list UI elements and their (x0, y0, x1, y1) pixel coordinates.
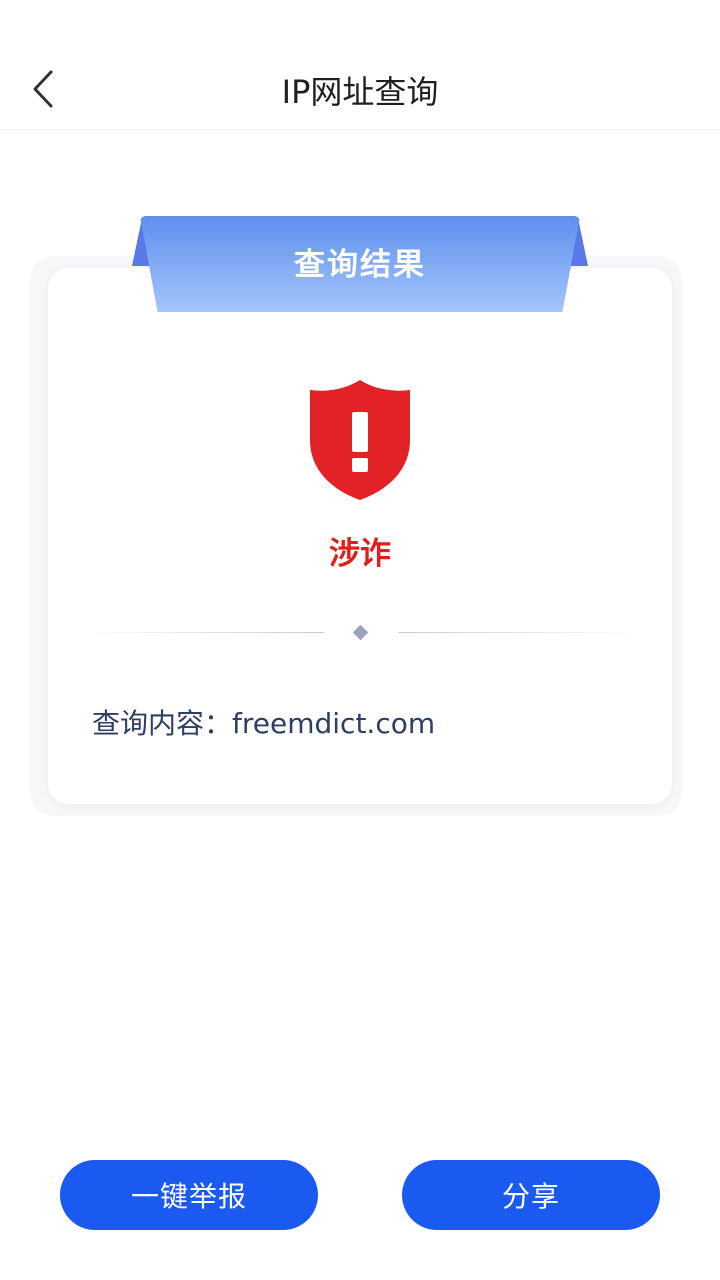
query-value: freemdict.com (232, 707, 436, 740)
query-label: 查询内容： (92, 707, 233, 740)
divider-right (398, 632, 638, 633)
app-header: IP网址查询 (0, 0, 720, 130)
report-button[interactable]: 一键举报 (60, 1160, 318, 1230)
screen: IP网址查询 查询结果 涉诈 查询内容：freemdict.com 一键举报 分… (0, 0, 720, 1280)
page-title: IP网址查询 (281, 73, 439, 111)
query-content: 查询内容：freemdict.com (92, 700, 435, 748)
result-status-text: 涉诈 (329, 536, 391, 572)
shield-alert-icon (310, 380, 410, 500)
divider-left (84, 632, 324, 633)
share-button[interactable]: 分享 (402, 1160, 660, 1230)
result-ribbon: 查询结果 (140, 216, 580, 312)
ribbon-label: 查询结果 (294, 246, 426, 283)
